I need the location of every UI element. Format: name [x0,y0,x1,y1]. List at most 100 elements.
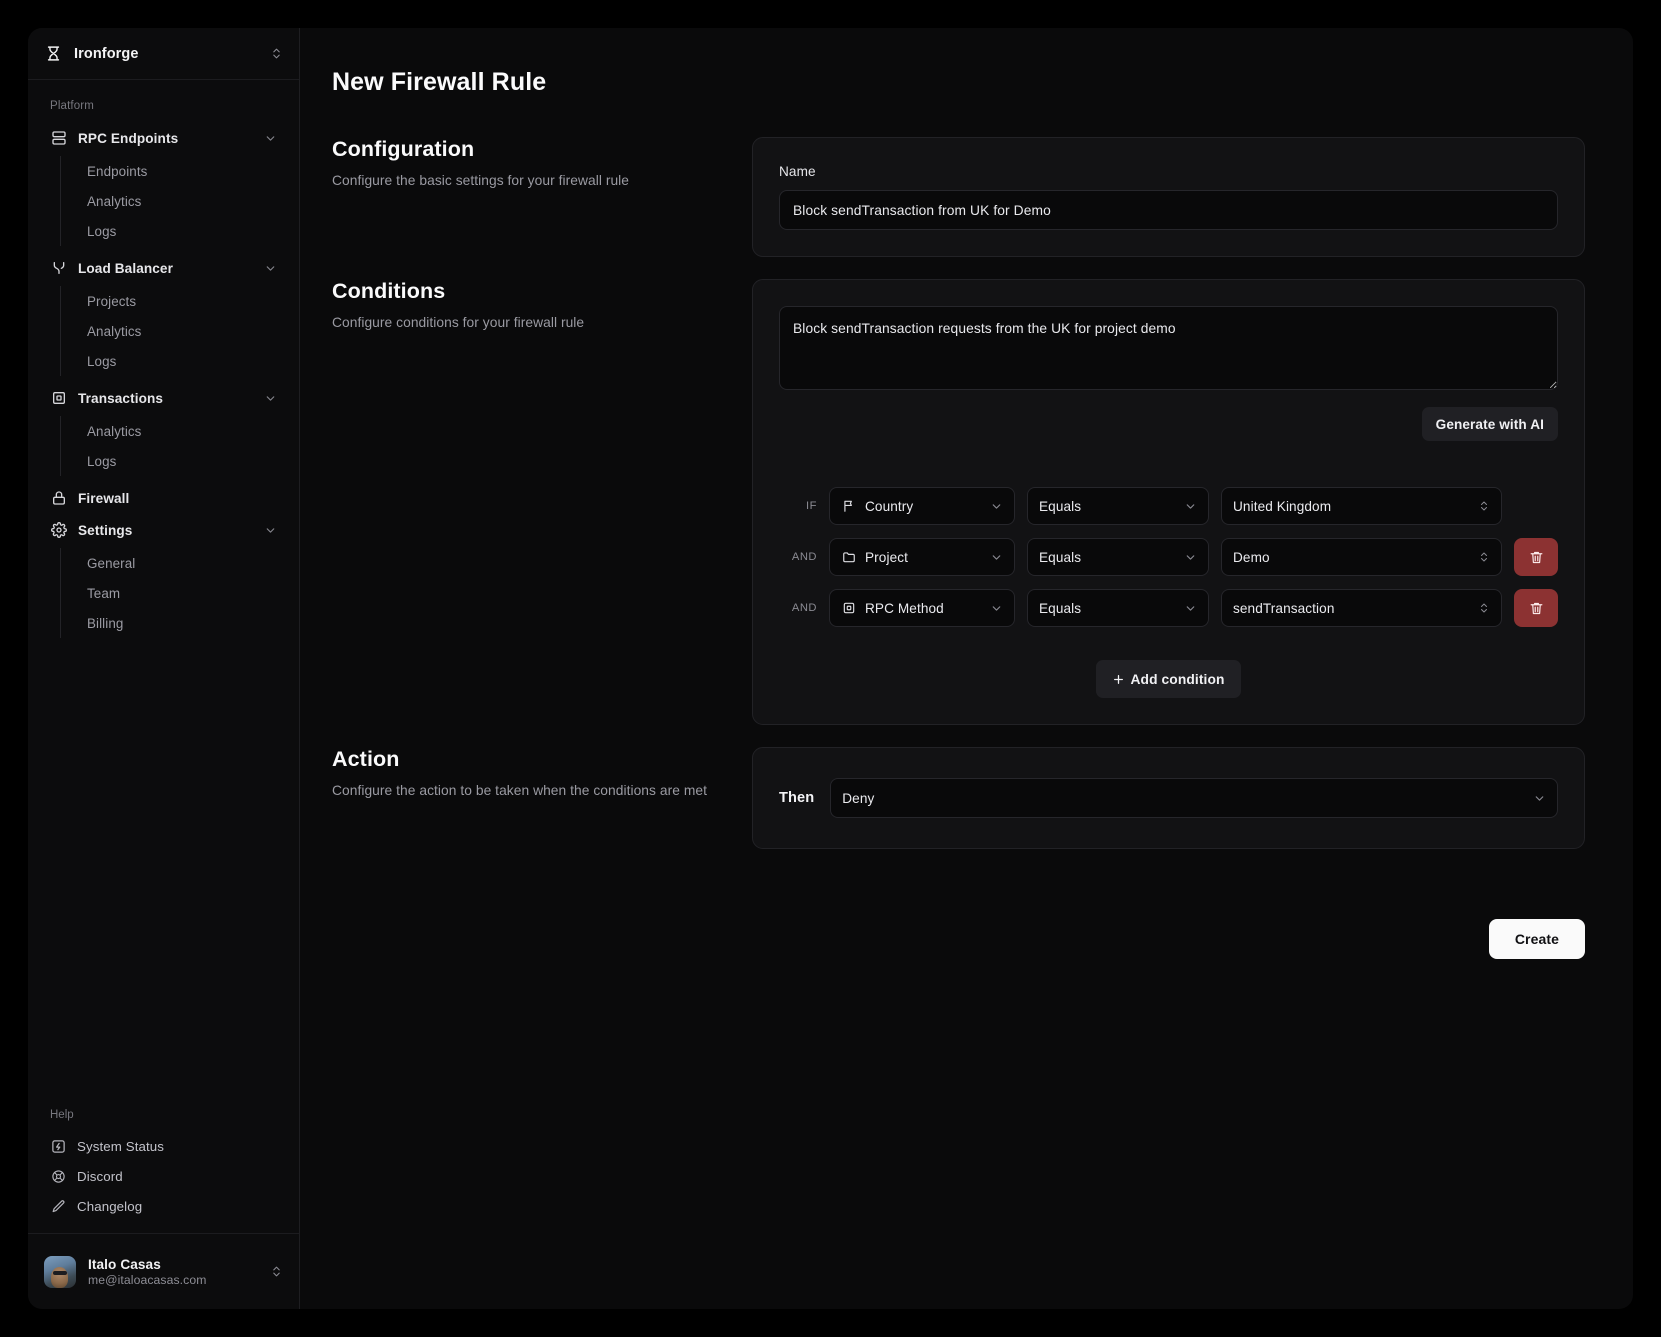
chevron-updown-icon [270,1265,283,1278]
cpu-icon [50,390,67,407]
delete-condition-button[interactable] [1514,538,1558,576]
conditions-heading: Conditions Configure conditions for your… [332,279,752,725]
condition-value: Demo [1233,549,1270,565]
sidebar-subitem-lb-analytics[interactable]: Analytics [77,316,287,346]
chevron-updown-icon [1478,551,1490,563]
subnav-load-balancer: Projects Analytics Logs [60,286,287,376]
condition-operator-select[interactable]: Equals [1027,538,1209,576]
help-item-label: Changelog [77,1198,143,1214]
add-condition-label: Add condition [1130,671,1225,687]
sidebar-subitem-lb-logs[interactable]: Logs [77,346,287,376]
sidebar-item-load-balancer[interactable]: Load Balancer [40,252,287,284]
avatar [44,1255,76,1288]
help-item-label: System Status [77,1138,165,1154]
then-label: Then [779,790,815,806]
section-description: Configure conditions for your firewall r… [332,315,585,330]
sidebar-subitem-rpc-analytics[interactable]: Analytics [77,186,287,216]
subnav-rpc-endpoints: Endpoints Analytics Logs [60,156,287,246]
action-section: Action Configure the action to be taken … [332,747,1585,849]
chevron-down-icon [1533,792,1546,805]
condition-field-select[interactable]: Project [829,538,1015,576]
sidebar-subitem-team[interactable]: Team [77,578,287,608]
delete-condition-button[interactable] [1514,589,1558,627]
action-select[interactable]: Deny [830,778,1558,818]
sidebar-subitem-rpc-logs[interactable]: Logs [77,216,287,246]
git-branch-icon [50,260,67,277]
configuration-section: Configuration Configure the basic settin… [332,137,1585,257]
sidebar-subitem-billing[interactable]: Billing [77,608,287,638]
sidebar-item-settings[interactable]: Settings [40,514,287,546]
sidebar-subitem-tx-logs[interactable]: Logs [77,446,287,476]
folder-icon [841,550,856,565]
help-item-changelog[interactable]: Changelog [40,1191,287,1221]
condition-list: IF Country Equals United Kingdom AND Pro… [779,487,1558,627]
chevron-down-icon [264,132,277,145]
condition-operator-select[interactable]: Equals [1027,589,1209,627]
conditions-card: Generate with AI IF Country [752,279,1585,725]
condition-value-select[interactable]: sendTransaction [1221,589,1502,627]
condition-value: sendTransaction [1233,600,1335,616]
configuration-card: Name [752,137,1585,257]
cpu-icon [841,601,856,616]
configuration-heading: Configuration Configure the basic settin… [332,137,752,257]
condition-join-label: AND [791,551,817,563]
sidebar: Ironforge Platform RPC Endpoints Endpoin… [28,28,300,1309]
condition-field-select[interactable]: Country [829,487,1015,525]
app-window: Ironforge Platform RPC Endpoints Endpoin… [28,28,1633,1309]
help-item-discord[interactable]: Discord [40,1161,287,1191]
user-email: me@italoacasas.com [88,1272,207,1287]
trash-icon [1529,550,1544,565]
help-item-label: Discord [77,1168,123,1184]
action-heading: Action Configure the action to be taken … [332,747,752,849]
chevron-down-icon [264,392,277,405]
chevron-down-icon [1184,500,1197,513]
sidebar-item-transactions[interactable]: Transactions [40,382,287,414]
workspace-switcher[interactable]: Ironforge [28,28,299,80]
chevron-down-icon [990,602,1003,615]
sidebar-subitem-projects[interactable]: Projects [77,286,287,316]
help-section: Help System Status Discord Changelog [28,1105,299,1233]
sidebar-item-label: Settings [78,522,133,538]
main-content: New Firewall Rule Configuration Configur… [300,28,1633,1309]
condition-value-select[interactable]: Demo [1221,538,1502,576]
sidebar-item-label: Firewall [78,490,130,506]
ai-prompt-textarea[interactable] [779,306,1558,390]
condition-value-select[interactable]: United Kingdom [1221,487,1502,525]
chevron-down-icon [264,524,277,537]
chevron-down-icon [264,262,277,275]
sidebar-subitem-general[interactable]: General [77,548,287,578]
create-button[interactable]: Create [1488,919,1585,959]
sidebar-subitem-endpoints[interactable]: Endpoints [77,156,287,186]
generate-row: Generate with AI [779,407,1558,441]
sidebar-item-rpc-endpoints[interactable]: RPC Endpoints [40,122,287,154]
workspace-name: Ironforge [74,45,139,62]
user-info: Italo Casas me@italoacasas.com [88,1257,258,1287]
chevron-updown-icon [270,47,283,60]
activity-square-icon [50,1138,66,1154]
user-menu[interactable]: Italo Casas me@italoacasas.com [28,1233,299,1309]
chevron-updown-icon [1478,602,1490,614]
sidebar-subitem-tx-analytics[interactable]: Analytics [77,416,287,446]
generate-with-ai-button[interactable]: Generate with AI [1421,407,1558,441]
help-item-system-status[interactable]: System Status [40,1131,287,1161]
add-condition-button[interactable]: Add condition [1096,660,1241,698]
form-footer: Create [332,919,1585,959]
condition-operator-value: Equals [1039,549,1082,565]
subnav-transactions: Analytics Logs [60,416,287,476]
section-title: Action [332,747,400,771]
condition-join-label: IF [806,500,817,512]
sidebar-item-firewall[interactable]: Firewall [40,482,287,514]
condition-row: AND Project Equals Demo [779,538,1558,576]
condition-row: IF Country Equals United Kingdom [779,487,1558,525]
plus-icon [1112,673,1125,686]
sidebar-item-label: Load Balancer [78,260,173,276]
rule-name-input[interactable] [779,190,1558,230]
chevron-down-icon [1184,551,1197,564]
chevron-down-icon [1184,602,1197,615]
condition-field-select[interactable]: RPC Method [829,589,1015,627]
condition-operator-value: Equals [1039,498,1082,514]
condition-field-value: RPC Method [865,600,944,616]
condition-operator-select[interactable]: Equals [1027,487,1209,525]
nav-section-label-platform: Platform [50,100,95,112]
section-title: Configuration [332,137,475,161]
